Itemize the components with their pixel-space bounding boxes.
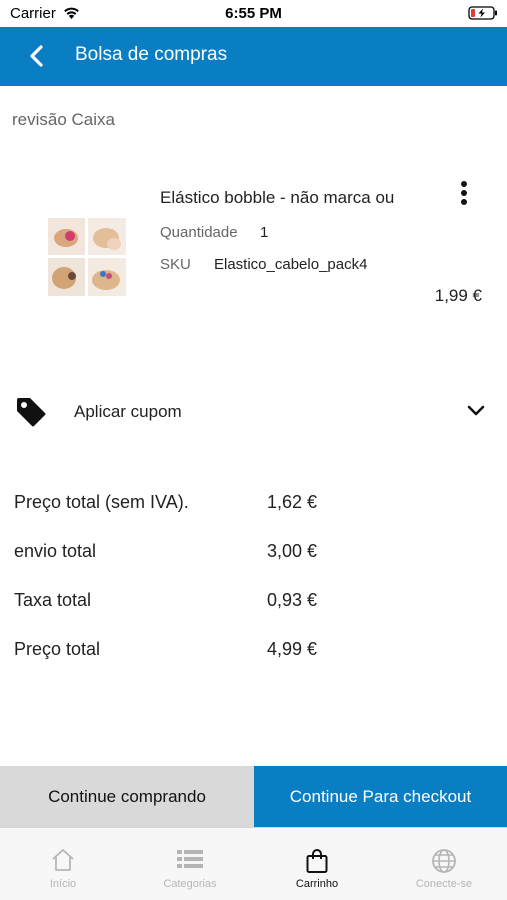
battery-charging-icon <box>468 6 497 20</box>
tab-categories-label: Categorias <box>163 878 217 890</box>
quantity-label: Quantidade <box>160 224 238 241</box>
item-price: 1,99 € <box>434 286 482 305</box>
clock: 6:55 PM <box>225 5 282 22</box>
tax-total-label: Taxa total <box>14 590 92 610</box>
nav-bar: Bolsa de compras <box>0 27 507 86</box>
product-image[interactable] <box>48 218 126 296</box>
grand-total-label: Preço total <box>14 639 101 659</box>
apply-coupon-label: Aplicar cupom <box>74 402 182 421</box>
home-icon <box>52 849 74 871</box>
more-options-icon[interactable] <box>456 180 472 208</box>
sku-label: SKU <box>160 256 191 273</box>
tab-home[interactable]: Início <box>0 828 126 900</box>
grand-total-value: 4,99 € <box>267 639 318 659</box>
section-title: revisão Caixa <box>12 110 115 129</box>
tab-connect[interactable]: Conecte-se <box>381 828 507 900</box>
bag-icon <box>306 849 328 873</box>
sku-value: Elastico_cabelo_pack4 <box>214 256 368 273</box>
apply-coupon-row[interactable]: Aplicar cupom <box>0 388 507 438</box>
tab-home-label: Início <box>49 878 77 890</box>
back-arrow-icon[interactable] <box>26 44 48 68</box>
product-name[interactable]: Elástico bobble - não marca ou <box>160 188 394 208</box>
subtotal-label: Preço total (sem IVA). <box>14 492 189 512</box>
status-bar: Carrier 6:55 PM <box>0 0 507 27</box>
tax-total-value: 0,93 € <box>267 590 318 610</box>
subtotal-value: 1,62 € <box>267 492 318 512</box>
globe-icon <box>432 849 456 873</box>
shipping-total-value: 3,00 € <box>267 541 318 561</box>
chevron-down-icon[interactable] <box>466 404 486 418</box>
tab-cart[interactable]: Carrinho <box>254 828 380 900</box>
tab-bar: Início Categorias Carrinho Conecte-se <box>0 827 507 900</box>
tab-connect-label: Conecte-se <box>415 878 473 890</box>
list-icon <box>177 850 203 868</box>
continue-shopping-button[interactable]: Continue comprando <box>0 766 254 827</box>
shipping-total-label: envio total <box>14 541 97 561</box>
tag-icon <box>17 398 46 427</box>
quantity-value: 1 <box>260 224 269 241</box>
tab-cart-label: Carrinho <box>295 878 339 890</box>
checkout-button[interactable]: Continue Para checkout <box>254 766 507 827</box>
tab-categories[interactable]: Categorias <box>127 828 253 900</box>
page-title: Bolsa de compras <box>75 44 228 65</box>
